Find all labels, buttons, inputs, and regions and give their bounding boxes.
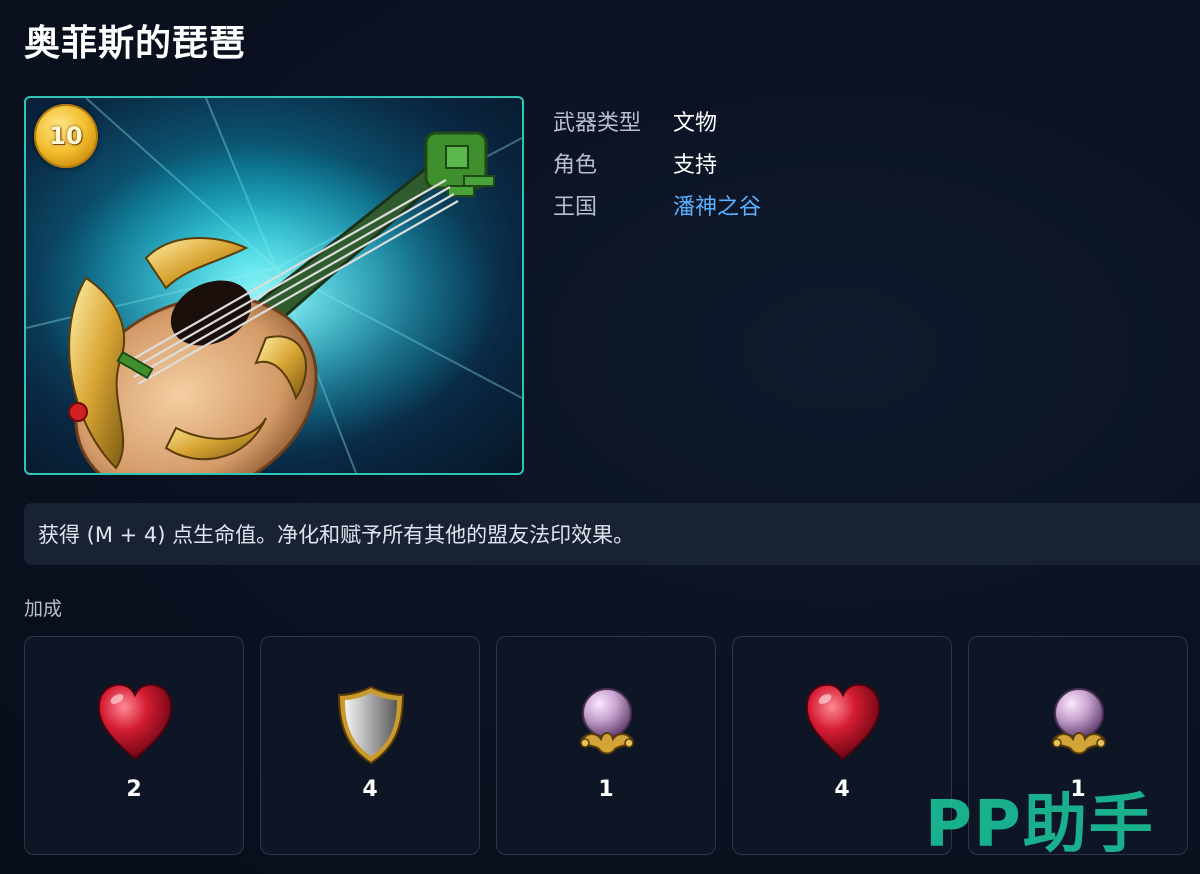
red-heart-icon	[97, 683, 173, 761]
silver-shield-icon	[337, 685, 405, 765]
attr-row-role: 角色 支持	[553, 142, 761, 184]
bonus-card: 4	[732, 636, 952, 855]
magic-orb-icon	[1051, 688, 1107, 755]
watermark: PP助手	[925, 788, 1155, 862]
bonus-card: 2	[24, 636, 244, 855]
description-box: 获得 (M + 4) 点生命值。净化和赋予所有其他的盟友法印效果。	[24, 503, 1200, 565]
attr-label: 王国	[553, 195, 598, 220]
red-heart-icon	[805, 683, 881, 761]
bonus-section-label: 加成	[24, 598, 63, 620]
bonus-count: 4	[362, 777, 378, 802]
kingdom-link[interactable]: 潘神之谷	[673, 189, 761, 221]
lute-weapon-image	[26, 98, 522, 473]
level-badge: 10	[34, 104, 98, 168]
magic-orb-icon	[579, 688, 635, 755]
weapon-image-frame: 10	[24, 96, 524, 475]
attr-label: 武器类型	[553, 111, 642, 136]
attr-row-kingdom: 王国 潘神之谷	[553, 184, 761, 226]
weapon-attributes: 武器类型 文物 角色 支持 王国 潘神之谷	[553, 100, 761, 226]
bonus-count: 4	[834, 777, 850, 802]
attr-value: 文物	[673, 111, 718, 136]
description-text: 获得 (M + 4) 点生命值。净化和赋予所有其他的盟友法印效果。	[38, 523, 635, 547]
bonus-count: 2	[126, 777, 142, 802]
bonus-card: 4	[260, 636, 480, 855]
attr-value: 支持	[673, 153, 718, 178]
bonus-card: 1	[496, 636, 716, 855]
attr-label: 角色	[553, 153, 598, 178]
page-title: 奥菲斯的琵琶	[24, 23, 247, 64]
attr-row-weapon-type: 武器类型 文物	[553, 100, 761, 142]
bonus-count: 1	[598, 777, 614, 802]
